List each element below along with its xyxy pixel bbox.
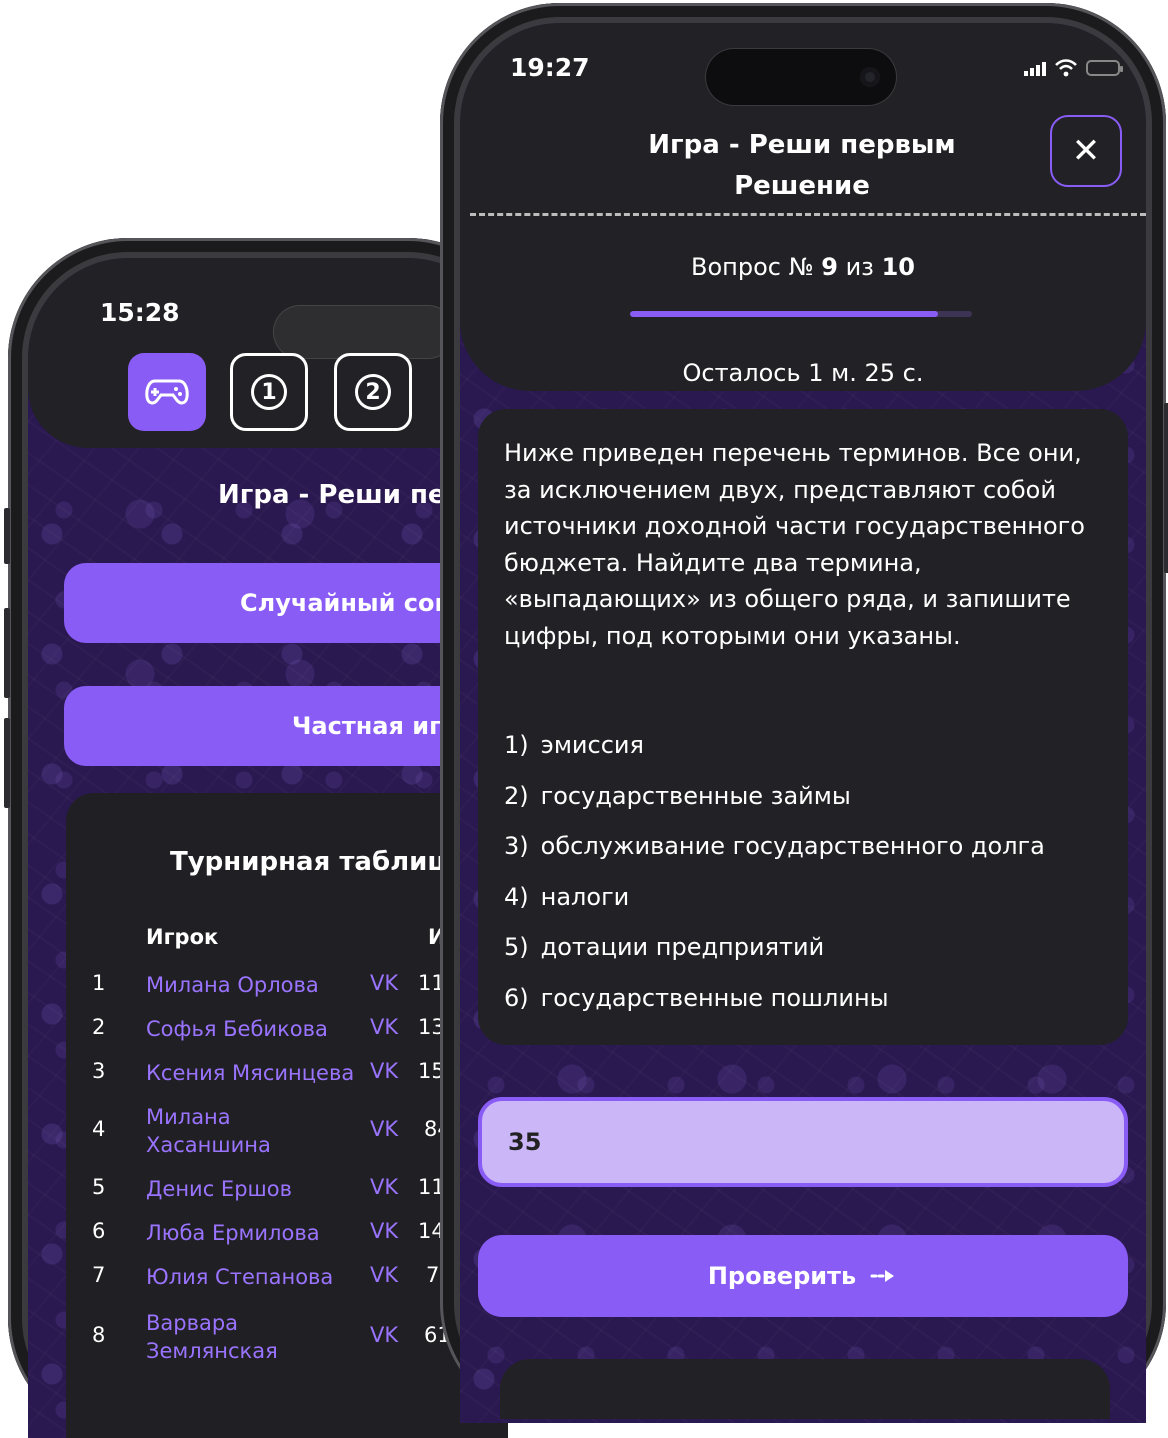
front-screen: 19:27 Игра - Реши первым Решение ✕ Вопро… [460,23,1146,1423]
status-time: 15:28 [100,298,180,327]
player-link[interactable]: Юлия Степанова [146,1263,366,1291]
question-current: 9 [821,253,838,281]
player-link[interactable]: Милана Хасаншина [146,1103,286,1159]
rank: 5 [92,1175,106,1199]
arrow-right-icon [870,1270,895,1282]
option-text: государственные пошлины [540,983,889,1012]
dynamic-island [706,49,896,105]
vk-link[interactable]: VK [370,1323,398,1347]
player-link[interactable]: Софья Бебикова [146,1015,366,1043]
options-list: 1) эмиссия 2) государственные займы 3) обсл… [504,727,1114,1031]
battery-icon [1086,60,1123,76]
option-number: 6) [504,983,529,1012]
close-icon: ✕ [1071,131,1101,171]
circled-one-icon: 1 [251,374,287,410]
mode-one-button[interactable]: 1 [230,353,308,431]
divider [470,213,1146,216]
check-button[interactable]: Проверить [478,1235,1128,1317]
list-item: 6) государственные пошлины [504,980,1114,1031]
title-line-2: Решение [734,171,870,201]
player-link[interactable]: Милана Орлова [146,971,366,999]
list-item: 3) обслуживание государственного долга [504,828,1114,879]
list-item: 2) государственные займы [504,778,1114,829]
list-item: 5) дотации предприятий [504,929,1114,980]
rank: 7 [92,1263,106,1287]
next-panel [500,1359,1110,1419]
rank: 1 [92,971,106,995]
close-button[interactable]: ✕ [1050,115,1122,187]
side-button [4,718,10,808]
option-text: эмиссия [540,731,644,759]
game-header: 19:27 Игра - Реши первым Решение ✕ Вопро… [460,23,1146,391]
player-link[interactable]: Люба Ермилова [146,1219,366,1247]
status-time: 19:27 [510,53,590,82]
list-item: 4) налоги [504,879,1114,930]
list-item: 1) эмиссия [504,727,1114,778]
option-text: обслуживание государственного долга [540,832,1045,861]
option-number: 1) [504,731,529,759]
question-total: 10 [881,253,915,281]
status-icons [1024,59,1123,77]
vk-link[interactable]: VK [370,1059,398,1083]
progress-bar [630,311,972,317]
top-bar: 15:28 1 2 [28,258,508,448]
private-game-label: Частная игр [292,712,459,740]
answer-value: 35 [508,1128,542,1156]
question-counter: Вопрос № 9 из 10 [460,253,1146,281]
mode-game-button[interactable] [128,353,206,431]
question-of: из [845,253,874,281]
player-link[interactable]: Варвара Землянская [146,1309,296,1365]
timer-text: Осталось 1 м. 25 с. [682,359,924,387]
column-header-player: Игрок [146,925,219,949]
answer-input[interactable]: 35 [478,1097,1128,1187]
question-text: Ниже приведен перечень терминов. Все они… [504,439,1085,650]
signal-icon [1024,60,1046,76]
option-text: государственные займы [540,781,851,810]
page-title: Игра - Реши первым Решение [580,125,1024,207]
option-text: дотации предприятий [540,933,825,962]
side-button [1164,403,1168,573]
camera-icon [860,67,880,87]
side-button [4,608,10,698]
rank: 3 [92,1059,106,1083]
vk-link[interactable]: VK [370,1219,398,1243]
page-title: Игра - Реши пе [218,480,446,510]
check-label: Проверить [707,1262,857,1290]
option-text: налоги [540,882,630,911]
wifi-icon [1055,59,1077,77]
question-card: Ниже приведен перечень терминов. Все они… [478,409,1128,1045]
random-opponent-label: Случайный соп [240,589,452,617]
rank: 2 [92,1015,106,1039]
vk-link[interactable]: VK [370,1117,398,1141]
vk-link[interactable]: VK [370,971,398,995]
title-line-1: Игра - Реши первым [648,130,956,160]
vk-link[interactable]: VK [370,1175,398,1199]
rank: 4 [92,1117,106,1141]
option-number: 5) [504,933,529,962]
player-link[interactable]: Денис Ершов [146,1175,366,1203]
rank: 6 [92,1219,106,1243]
player-link[interactable]: Ксения Мясинцева [146,1059,376,1087]
question-prefix: Вопрос № [691,253,814,281]
leaderboard-title: Турнирная таблица [170,847,465,877]
circled-two-icon: 2 [355,374,391,410]
back-screen: 15:28 1 2 Игра - Реши пе Случайный соп Ч… [28,258,508,1438]
option-number: 4) [504,882,529,911]
gamepad-icon [145,379,189,405]
option-number: 3) [504,832,529,861]
rank: 8 [92,1323,106,1347]
side-button [4,508,10,564]
vk-link[interactable]: VK [370,1263,398,1287]
option-number: 2) [504,781,529,810]
progress-fill [630,311,938,317]
vk-link[interactable]: VK [370,1015,398,1039]
mode-two-button[interactable]: 2 [334,353,412,431]
front-phone: 19:27 Игра - Реши первым Решение ✕ Вопро… [440,3,1168,1423]
dynamic-island [274,306,454,358]
